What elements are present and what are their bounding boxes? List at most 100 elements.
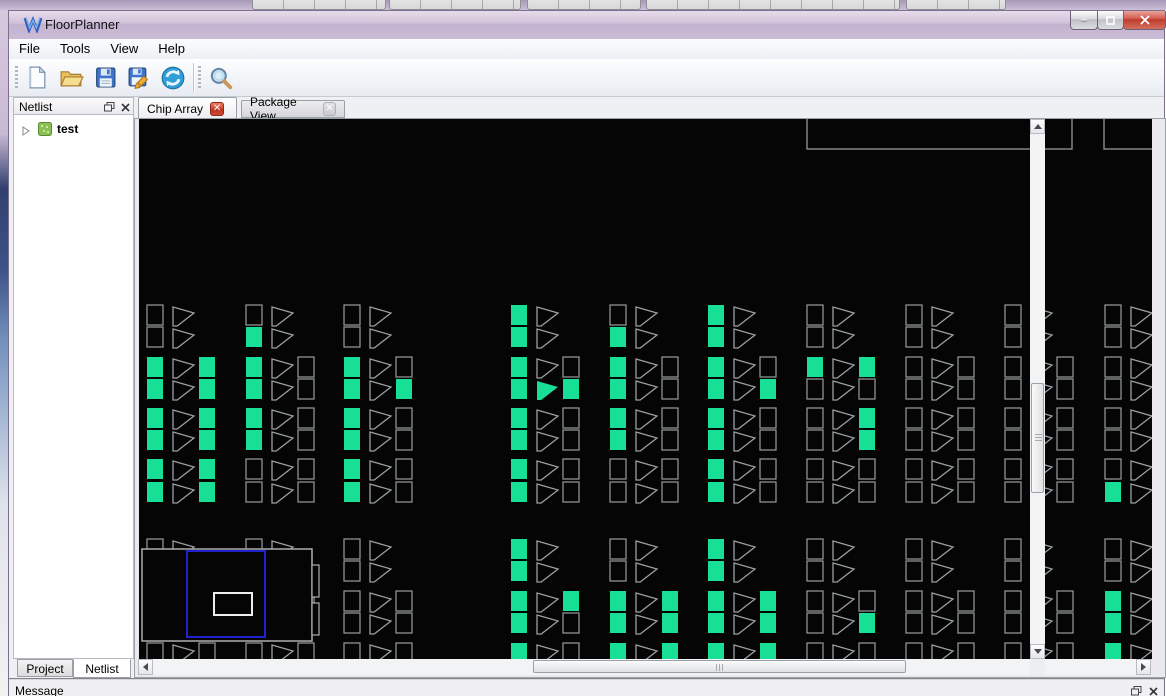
- save-button[interactable]: [89, 62, 121, 93]
- close-button[interactable]: [1123, 11, 1166, 30]
- minimize-button[interactable]: –: [1070, 11, 1098, 30]
- chip-cell-placed[interactable]: [511, 430, 527, 450]
- chip-cell-placed[interactable]: [708, 327, 724, 347]
- chip-cell-placed[interactable]: [147, 482, 163, 502]
- chip-cell-placed[interactable]: [344, 357, 360, 377]
- chip-cell-placed[interactable]: [511, 643, 527, 663]
- menu-item-view[interactable]: View: [100, 39, 148, 58]
- chip-cell-placed[interactable]: [708, 539, 724, 559]
- chip-array-canvas[interactable]: [138, 112, 1166, 665]
- chip-cell-placed[interactable]: [344, 482, 360, 502]
- chip-cell-placed[interactable]: [1105, 591, 1121, 611]
- chip-cell-placed[interactable]: [344, 430, 360, 450]
- dock-close-button[interactable]: [1147, 685, 1160, 696]
- chip-cell-placed[interactable]: [760, 643, 776, 663]
- menu-item-file[interactable]: File: [9, 39, 50, 58]
- chip-cell-placed[interactable]: [610, 643, 626, 663]
- dock-float-button[interactable]: [103, 101, 116, 113]
- tree-item-test[interactable]: test: [14, 120, 133, 138]
- chip-cell-placed[interactable]: [246, 408, 262, 428]
- chip-cell-placed[interactable]: [708, 613, 724, 633]
- chip-cell-placed[interactable]: [1105, 482, 1121, 502]
- dock-tab-netlist[interactable]: Netlist: [73, 659, 131, 678]
- chip-cell-placed[interactable]: [610, 430, 626, 450]
- toolbar-grip[interactable]: [198, 66, 201, 90]
- dock-float-button[interactable]: [1130, 685, 1143, 696]
- chip-cell-placed[interactable]: [511, 305, 527, 325]
- chip-cell-placed[interactable]: [760, 591, 776, 611]
- chip-cell-placed[interactable]: [199, 459, 215, 479]
- toolbar-grip[interactable]: [15, 66, 18, 90]
- chip-cell-placed[interactable]: [708, 643, 724, 663]
- chip-cell-placed[interactable]: [610, 613, 626, 633]
- tab-close-icon[interactable]: ✕: [210, 101, 225, 116]
- chip-cell-placed[interactable]: [859, 357, 875, 377]
- chip-cell-placed[interactable]: [511, 539, 527, 559]
- chip-cell-placed[interactable]: [563, 379, 579, 399]
- chip-cell-placed[interactable]: [708, 379, 724, 399]
- horizontal-scrollbar[interactable]: [138, 659, 1151, 675]
- scroll-up-button[interactable]: [1030, 119, 1045, 134]
- maximize-button[interactable]: [1097, 11, 1124, 30]
- tab-package-view[interactable]: Package View ✕: [241, 95, 345, 123]
- chip-cell-placed[interactable]: [246, 327, 262, 347]
- chip-cell-placed[interactable]: [147, 430, 163, 450]
- scroll-down-button[interactable]: [1030, 644, 1045, 659]
- chip-cell-placed[interactable]: [246, 379, 262, 399]
- chip-cell-placed[interactable]: [147, 459, 163, 479]
- chip-cell-placed[interactable]: [610, 408, 626, 428]
- chip-cell-placed[interactable]: [760, 613, 776, 633]
- tab-chip-array[interactable]: Chip Array ✕: [138, 97, 237, 119]
- chip-cell-placed[interactable]: [708, 357, 724, 377]
- chip-cell-placed[interactable]: [199, 379, 215, 399]
- chip-cell-placed[interactable]: [563, 591, 579, 611]
- chip-cell-placed[interactable]: [708, 561, 724, 581]
- chip-cell-placed[interactable]: [610, 379, 626, 399]
- chip-cell-placed[interactable]: [246, 357, 262, 377]
- menu-item-tools[interactable]: Tools: [50, 39, 100, 58]
- chip-cell-placed[interactable]: [511, 561, 527, 581]
- chip-cell-placed[interactable]: [199, 482, 215, 502]
- chip-cell-placed[interactable]: [708, 408, 724, 428]
- chip-cell-placed[interactable]: [511, 357, 527, 377]
- chip-cell-placed[interactable]: [859, 613, 875, 633]
- save-as-button[interactable]: [123, 62, 155, 93]
- chip-cell-placed[interactable]: [708, 459, 724, 479]
- chip-cell-placed[interactable]: [511, 379, 527, 399]
- dock-tab-project[interactable]: Project: [17, 659, 73, 677]
- zoom-button[interactable]: [205, 62, 237, 93]
- chip-cell-placed[interactable]: [662, 591, 678, 611]
- open-folder-button[interactable]: [55, 62, 87, 93]
- chip-cell-placed[interactable]: [708, 591, 724, 611]
- chip-array-drawing[interactable]: [139, 112, 1166, 665]
- chip-cell-placed[interactable]: [708, 430, 724, 450]
- vertical-scrollbar[interactable]: [1030, 119, 1045, 659]
- chip-cell-placed[interactable]: [610, 357, 626, 377]
- chip-cell-placed[interactable]: [511, 613, 527, 633]
- chip-cell-placed[interactable]: [662, 643, 678, 663]
- chip-cell-placed[interactable]: [147, 357, 163, 377]
- chip-cell-placed[interactable]: [1105, 643, 1121, 663]
- chip-cell-placed[interactable]: [199, 408, 215, 428]
- chip-cell-placed[interactable]: [396, 379, 412, 399]
- chip-cell-placed[interactable]: [859, 430, 875, 450]
- chip-cell-placed[interactable]: [511, 459, 527, 479]
- title-bar[interactable]: FloorPlanner –: [9, 11, 1166, 40]
- expand-arrow-icon[interactable]: [22, 123, 30, 141]
- chip-cell-placed[interactable]: [147, 408, 163, 428]
- menu-item-help[interactable]: Help: [148, 39, 195, 58]
- chip-cell-placed[interactable]: [708, 482, 724, 502]
- scroll-right-button[interactable]: [1136, 659, 1151, 675]
- netlist-dock-header[interactable]: Netlist: [13, 97, 134, 115]
- chip-cell-placed[interactable]: [199, 357, 215, 377]
- chip-cell-placed[interactable]: [246, 430, 262, 450]
- chip-cell-placed[interactable]: [662, 613, 678, 633]
- chip-cell-placed[interactable]: [610, 591, 626, 611]
- chip-cell-placed[interactable]: [344, 459, 360, 479]
- chip-cell-placed[interactable]: [859, 408, 875, 428]
- chip-cell-placed[interactable]: [807, 357, 823, 377]
- horizontal-scroll-thumb[interactable]: [533, 660, 906, 673]
- new-document-button[interactable]: [21, 62, 53, 93]
- chip-cell-placed[interactable]: [511, 482, 527, 502]
- chip-cell-placed[interactable]: [708, 305, 724, 325]
